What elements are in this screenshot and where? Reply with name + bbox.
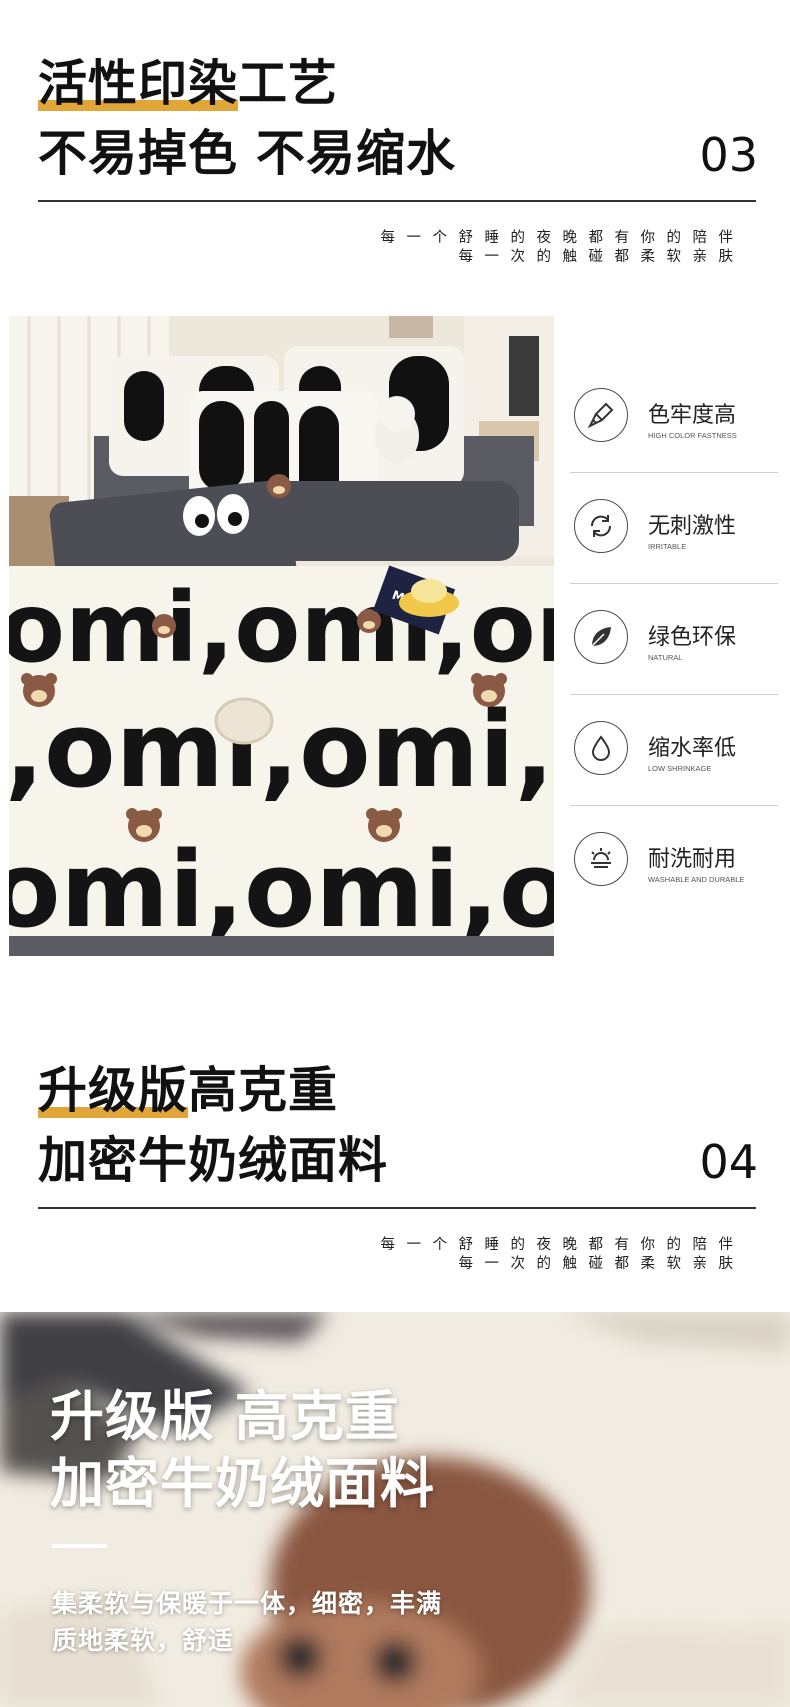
section-title: 升级版高克重 加密牛奶绒面料 [38, 1059, 388, 1193]
subtitle-line-2: 每一次的触碰都柔软亲肤 [458, 249, 745, 265]
feature-title: 绿色环保 [648, 625, 737, 650]
subtitle-line-1: 每一个舒睡的夜晚都有你的陪伴 [380, 230, 745, 246]
print-text-row-3: omi,omi,om [9, 829, 554, 951]
circle-arrows-icon [574, 499, 628, 553]
section-subtitle: 每一个舒睡的夜晚都有你的陪伴 每一次的触碰都柔软亲肤 [381, 229, 734, 267]
title-rest: 高克重 [188, 1062, 339, 1119]
section-03-header: 活性印染工艺 不易掉色 不易缩水 03 每一个舒睡的夜晚都有你的陪伴 每一次的触… [0, 0, 790, 300]
feature-eco-friendly: 绿色环保 NATURAL [570, 583, 778, 695]
divider-line [38, 200, 756, 202]
feature-subtitle: HIGH COLOR FASTNESS [648, 431, 737, 440]
section-04-header: 升级版高克重 加密牛奶绒面料 04 每一个舒睡的夜晚都有你的陪伴 每一次的触碰都… [0, 1000, 790, 1300]
feature-subtitle: IRRITABLE [648, 542, 687, 551]
banner-desc-line-1: 集柔软与保暖于一体，细密，丰满 [52, 1589, 443, 1618]
feature-low-shrinkage: 缩水率低 LOW SHRINKAGE [570, 694, 778, 806]
banner-desc-line-2: 质地柔软，舒适 [52, 1626, 235, 1655]
print-text-row-1: omi,omi,omo [9, 572, 554, 684]
brush-icon [574, 388, 628, 442]
feature-title: 无刺激性 [648, 514, 737, 539]
section-number: 04 [699, 1135, 758, 1189]
title-line-2: 加密牛奶绒面料 [38, 1132, 389, 1189]
feature-subtitle: WASHABLE AND DURABLE [648, 875, 745, 884]
fabric-closeup-banner: 升级版 高克重 加密牛奶绒面料 集柔软与保暖于一体，细密，丰满 质地柔软，舒适 [0, 1312, 790, 1707]
feature-title: 色牢度高 [648, 403, 737, 428]
banner-title-line-2: 加密牛奶绒面料 [50, 1452, 435, 1515]
title-line-2: 不易掉色 不易缩水 [38, 125, 457, 182]
bedding-illustration: omi,omi,omo i,omi,omi,o omi,omi,om MOON [9, 316, 554, 956]
title-line-1: 活性印染工艺 [38, 52, 456, 116]
feature-subtitle: NATURAL [648, 653, 683, 662]
feature-non-irritating: 无刺激性 IRRITABLE [570, 472, 778, 584]
title-highlight: 升级版 [38, 1059, 189, 1123]
section-title: 活性印染工艺 不易掉色 不易缩水 [38, 52, 456, 186]
water-drop-icon [574, 721, 628, 775]
title-highlight: 活性印染 [38, 52, 239, 116]
banner-accent-bar [52, 1544, 107, 1548]
feature-washable: 耐洗耐用 WASHABLE AND DURABLE [570, 805, 778, 916]
sunrise-icon [574, 832, 628, 886]
subtitle-line-2: 每一次的触碰都柔软亲肤 [458, 1256, 745, 1272]
subtitle-line-1: 每一个舒睡的夜晚都有你的陪伴 [380, 1237, 745, 1253]
section-number: 03 [699, 128, 758, 182]
title-line-1: 升级版高克重 [38, 1059, 388, 1123]
section-subtitle: 每一个舒睡的夜晚都有你的陪伴 每一次的触碰都柔软亲肤 [381, 1236, 734, 1274]
leaf-icon [574, 610, 628, 664]
title-rest: 工艺 [238, 55, 339, 112]
divider-line [38, 1207, 756, 1209]
print-text-row-2: i,omi,omi,o [9, 689, 554, 811]
feature-title: 缩水率低 [648, 736, 737, 761]
feature-title: 耐洗耐用 [648, 847, 737, 872]
feature-subtitle: LOW SHRINKAGE [648, 764, 712, 773]
bedding-product-photo: omi,omi,omo i,omi,omi,o omi,omi,om MOON [9, 316, 554, 956]
feature-color-fastness: 色牢度高 HIGH COLOR FASTNESS [570, 361, 778, 473]
